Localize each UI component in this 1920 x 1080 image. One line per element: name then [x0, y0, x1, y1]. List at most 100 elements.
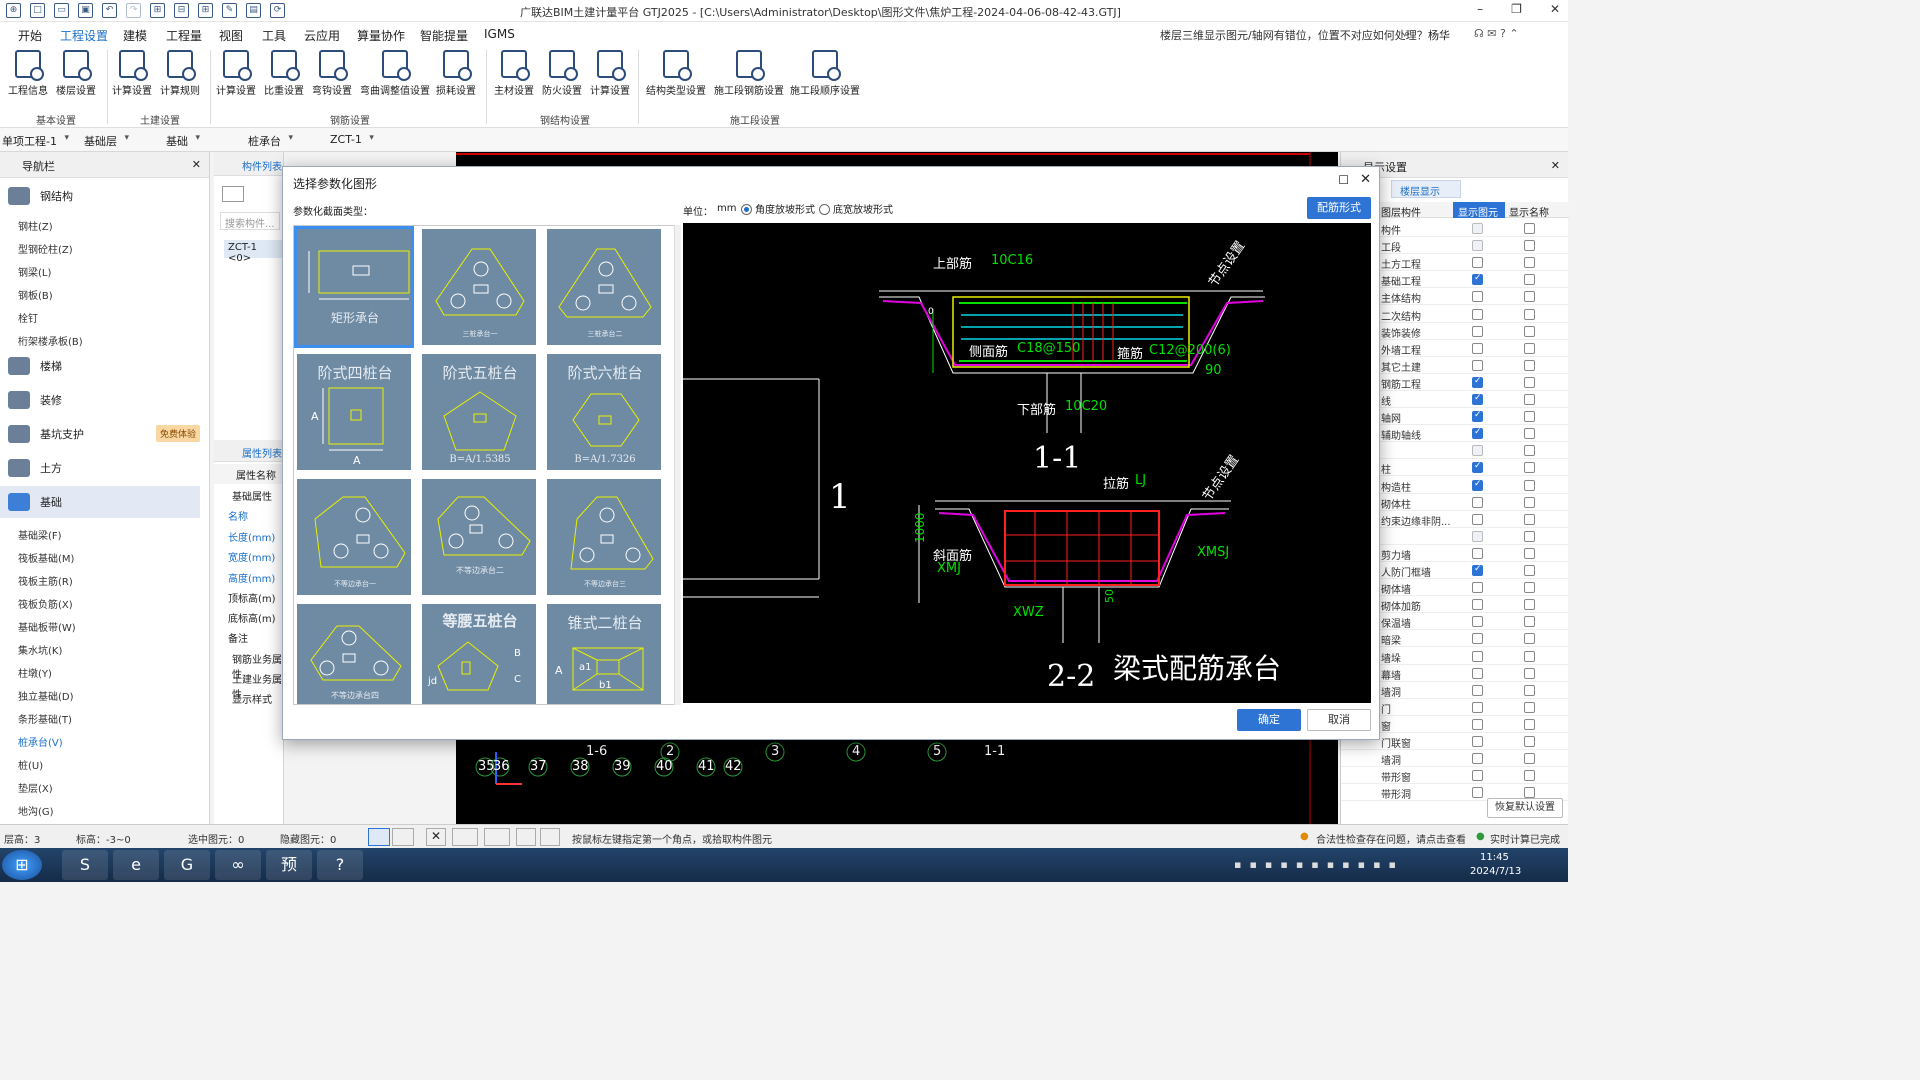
show-name-checkbox[interactable]: [1524, 428, 1535, 440]
preview-xmsj[interactable]: XMSJ: [1197, 545, 1229, 560]
sync-icon[interactable]: ⟳: [270, 3, 285, 18]
menu-cloud[interactable]: 云应用: [304, 27, 340, 44]
menu-smart[interactable]: 智能提量: [420, 27, 468, 44]
show-element-checkbox[interactable]: [1472, 787, 1483, 799]
nav-cat-stairs[interactable]: 楼梯: [0, 350, 200, 382]
taskbar-app[interactable]: G: [164, 850, 210, 880]
ribbon-stage-rebar[interactable]: 施工段钢筋设置: [714, 50, 784, 97]
nav-item[interactable]: 独立基础(D): [18, 688, 74, 703]
layout-icon[interactable]: ⊟: [174, 3, 189, 18]
nav-item[interactable]: 集水坑(K): [18, 642, 62, 657]
gallery-scrollbar[interactable]: [674, 225, 681, 705]
show-element-checkbox[interactable]: [1472, 547, 1483, 559]
nav-item[interactable]: 垫层(X): [18, 780, 53, 795]
ribbon-density-settings[interactable]: 比重设置: [264, 50, 304, 97]
nav-item[interactable]: 桁架楼承板(B): [18, 333, 83, 348]
show-element-checkbox[interactable]: [1472, 650, 1483, 662]
save-icon[interactable]: ▣: [78, 3, 93, 18]
radio-checked[interactable]: [741, 204, 752, 215]
tile-three-pile-1[interactable]: 三桩承台一: [421, 228, 537, 346]
nav-item[interactable]: 钢柱(Z): [18, 218, 53, 233]
layer-row[interactable]: 墙洞: [1341, 750, 1569, 768]
show-name-checkbox[interactable]: [1524, 240, 1535, 252]
nav-cat-foundation[interactable]: 基础: [0, 486, 200, 518]
ribbon-project-info[interactable]: 工程信息: [8, 50, 48, 97]
tray-icons[interactable]: ▪▪▪▪▪▪▪▪▪▪▪: [1234, 858, 1404, 871]
project-select[interactable]: 单项工程-1: [2, 133, 69, 149]
show-element-checkbox[interactable]: [1472, 770, 1483, 782]
show-element-checkbox[interactable]: [1472, 223, 1483, 234]
show-name-checkbox[interactable]: [1524, 650, 1535, 662]
show-name-checkbox[interactable]: [1524, 223, 1535, 234]
menu-tools[interactable]: 工具: [262, 27, 286, 44]
layer-row[interactable]: 带形窗: [1341, 767, 1569, 785]
show-element-checkbox[interactable]: [1472, 325, 1483, 337]
taskbar-app[interactable]: 预: [266, 850, 312, 880]
preview-xmj[interactable]: XMJ: [937, 561, 961, 576]
show-element-checkbox[interactable]: [1472, 393, 1483, 405]
preview-tie-spec[interactable]: LJ: [1135, 473, 1146, 488]
show-element-checkbox[interactable]: [1472, 582, 1483, 594]
tile-cone-two-pile[interactable]: 锥式二桩台 Aa1 b1: [546, 603, 662, 704]
redo-icon[interactable]: ↷: [126, 3, 141, 18]
show-name-checkbox[interactable]: [1524, 308, 1535, 320]
tile-step-four-pile[interactable]: 阶式四桩台 AA: [296, 353, 412, 471]
show-element-checkbox[interactable]: [1472, 564, 1483, 576]
close-icon[interactable]: ✕: [1551, 159, 1560, 172]
angle-icon[interactable]: [452, 828, 478, 846]
show-name-checkbox[interactable]: [1524, 325, 1535, 337]
component-search-input[interactable]: 搜索构件...: [220, 212, 280, 230]
preview-dim-50[interactable]: 50: [1103, 589, 1116, 603]
show-element-checkbox[interactable]: [1472, 736, 1483, 747]
menu-project-settings[interactable]: 工程设置: [60, 27, 109, 48]
clock-date[interactable]: 2024/7/13: [1470, 866, 1521, 877]
preview-height[interactable]: 1000: [913, 512, 927, 543]
show-element-checkbox[interactable]: [1472, 240, 1483, 252]
tile-isosceles-five-pile[interactable]: 等腰五桩台 B Cjd: [421, 603, 537, 704]
search-icon[interactable]: ⌕: [1404, 27, 1410, 41]
preview-angle[interactable]: 90: [1205, 363, 1222, 378]
show-name-checkbox[interactable]: [1524, 445, 1535, 457]
ribbon-rebar-calc-settings[interactable]: 计算设置: [216, 50, 256, 97]
component-select[interactable]: ZCT-1: [330, 133, 374, 146]
ribbon-loss-settings[interactable]: 损耗设置: [436, 50, 476, 97]
nav-cat-decoration[interactable]: 装修: [0, 384, 200, 416]
preview-stirrup-spec[interactable]: C12@200(6): [1149, 343, 1231, 358]
show-element-checkbox[interactable]: [1472, 684, 1483, 696]
nav-item[interactable]: 基础板带(W): [18, 619, 76, 634]
type-select[interactable]: 桩承台: [248, 133, 293, 149]
show-name-checkbox[interactable]: [1524, 718, 1535, 730]
show-name-checkbox[interactable]: [1524, 736, 1535, 747]
menu-start[interactable]: 开始: [18, 27, 42, 44]
floor-select[interactable]: 基础层: [84, 133, 129, 149]
new-file-icon[interactable]: □: [30, 3, 45, 18]
show-name-checkbox[interactable]: [1524, 394, 1535, 405]
ok-button[interactable]: 确定: [1237, 709, 1301, 731]
show-element-checkbox[interactable]: [1472, 753, 1483, 765]
show-name-checkbox[interactable]: [1524, 342, 1535, 354]
ribbon-steel-calc-settings[interactable]: 计算设置: [590, 50, 630, 97]
help-search-input[interactable]: 楼层三维显示图元/轴网有错位，位置不对应如何处理？: [1160, 27, 1428, 43]
show-element-checkbox[interactable]: [1472, 308, 1483, 320]
show-element-checkbox[interactable]: [1472, 445, 1483, 457]
nav-item[interactable]: 钢梁(L): [18, 264, 51, 279]
preview-bottom-spec[interactable]: 10C20: [1065, 399, 1107, 414]
show-name-checkbox[interactable]: [1524, 616, 1535, 628]
status-check-link[interactable]: 合法性检查存在问题，请点击查看: [1316, 831, 1466, 846]
nav-item[interactable]: 地沟(G): [18, 803, 54, 818]
ribbon-structure-type[interactable]: 结构类型设置: [646, 50, 706, 97]
ribbon-floor-settings[interactable]: 楼层设置: [56, 50, 96, 97]
show-element-checkbox[interactable]: [1472, 530, 1483, 542]
open-folder-icon[interactable]: ▭: [54, 3, 69, 18]
taskbar-app[interactable]: S: [62, 850, 108, 880]
help-icons[interactable]: ☊ ✉ ? ⌃: [1474, 27, 1519, 40]
table-icon[interactable]: ⊞: [198, 3, 213, 18]
close-icon[interactable]: ✕: [192, 158, 201, 171]
ribbon-stage-order[interactable]: 施工段顺序设置: [790, 50, 860, 97]
show-name-checkbox[interactable]: [1524, 513, 1535, 525]
nav-item[interactable]: 栓钉: [18, 310, 38, 325]
radio-angle-slope[interactable]: 角度放坡形式: [741, 201, 815, 216]
show-element-checkbox[interactable]: [1472, 273, 1483, 286]
maximize-icon[interactable]: ☐: [1338, 173, 1349, 187]
nav-item[interactable]: 筏板基础(M): [18, 550, 74, 565]
